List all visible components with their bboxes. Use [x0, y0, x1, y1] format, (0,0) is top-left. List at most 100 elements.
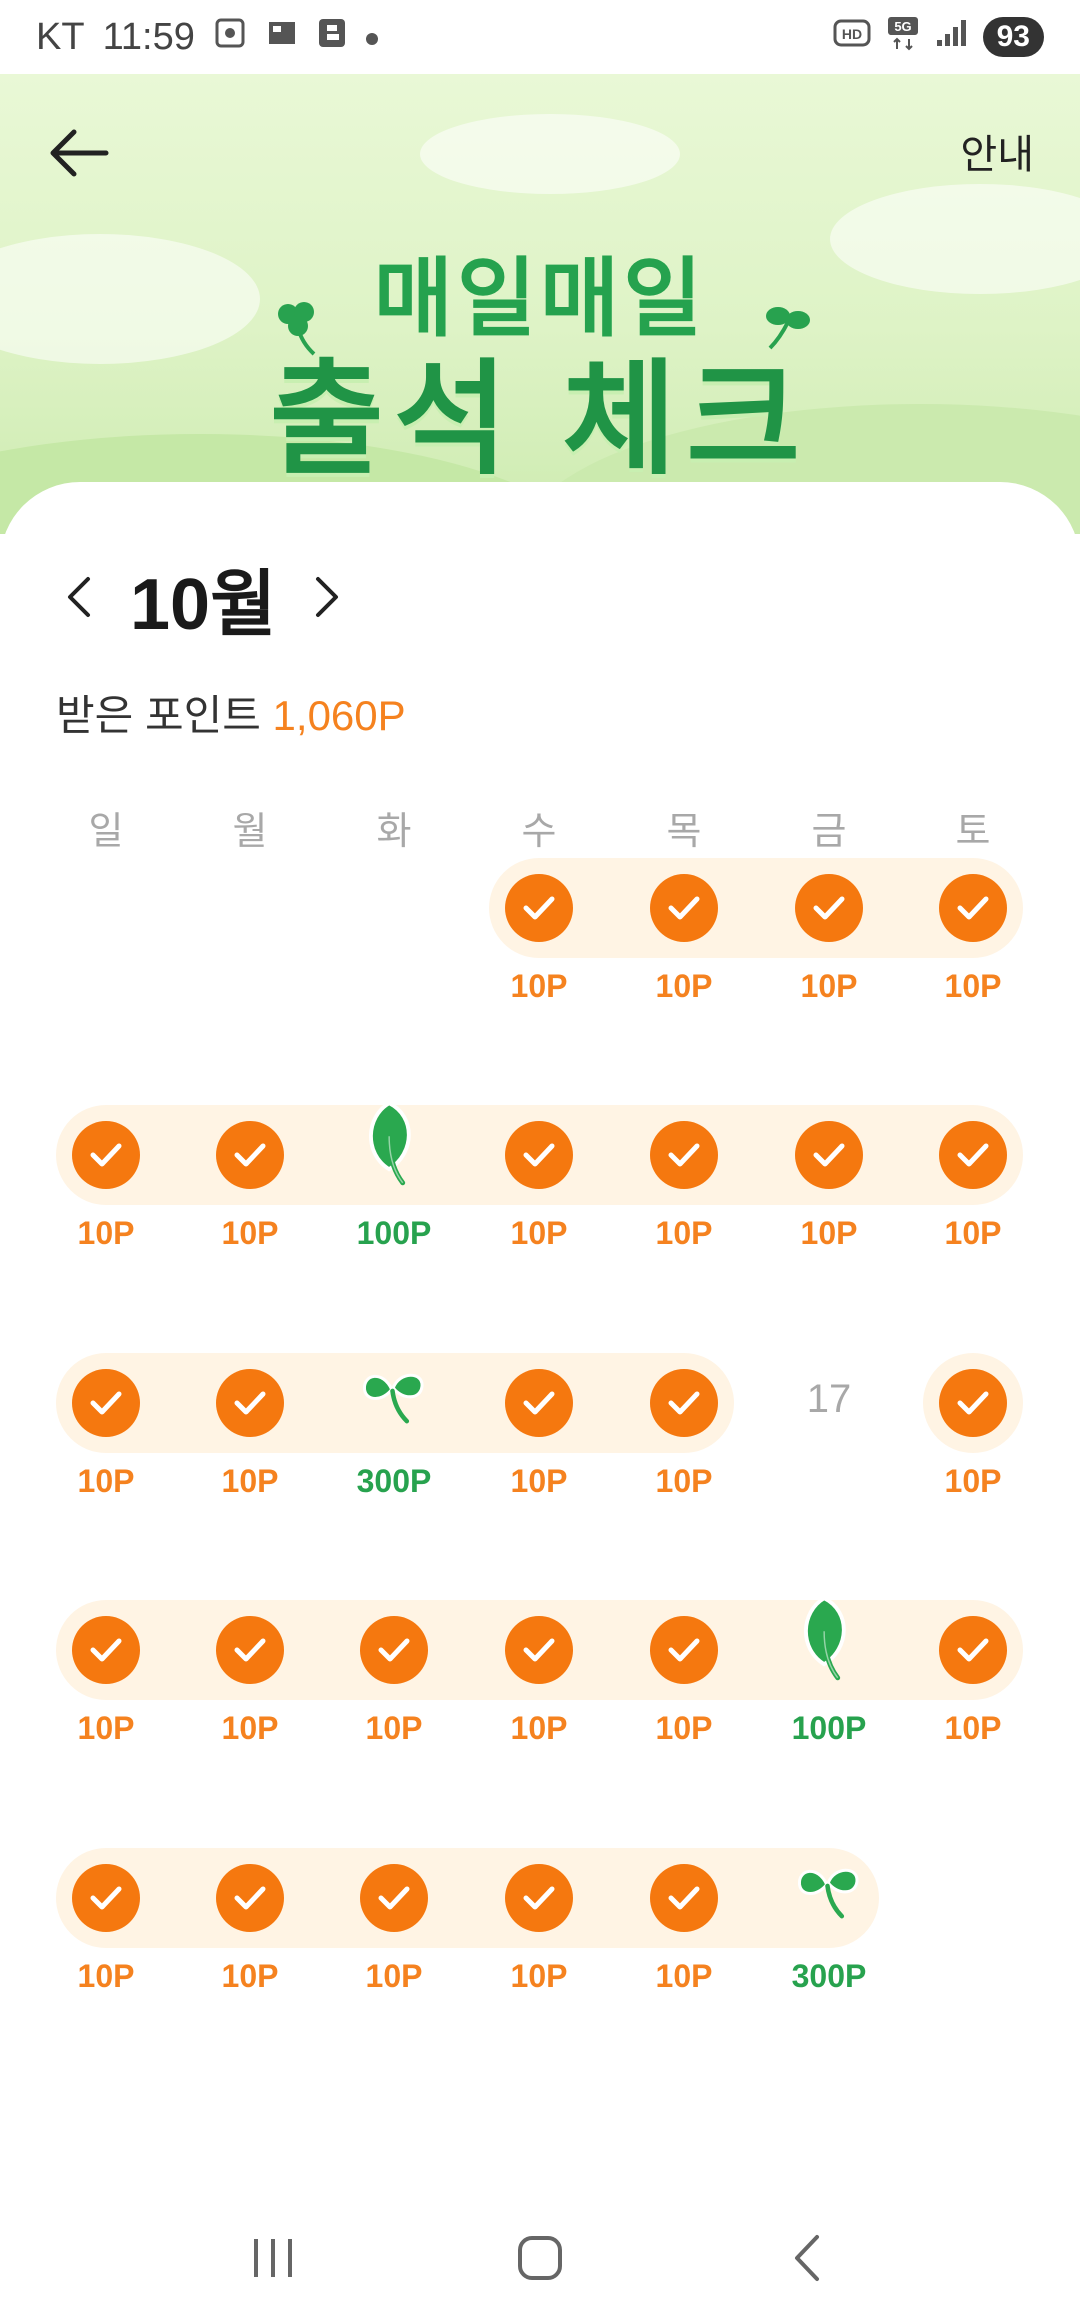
day-points: 10P — [944, 968, 1002, 1004]
calendar-day[interactable]: 10P — [469, 1864, 609, 2054]
attendance-badge — [216, 1369, 284, 1437]
attendance-badge — [360, 1864, 428, 1932]
calendar-day[interactable]: 10P — [903, 1369, 1043, 1559]
calendar-day[interactable]: 10P — [903, 1616, 1043, 1806]
calendar-day[interactable]: 10P — [36, 1616, 176, 1806]
day-points: 10P — [510, 1958, 568, 1994]
guide-button[interactable]: 안내 — [960, 122, 1034, 180]
check-circle — [650, 1369, 718, 1437]
sprout-icon — [798, 1868, 859, 1919]
day-points: 10P — [77, 1710, 135, 1746]
check-circle — [939, 1616, 1007, 1684]
attendance-badge — [939, 1616, 1007, 1684]
check-circle — [505, 874, 573, 942]
check-circle — [360, 1616, 428, 1684]
day-points: 10P — [655, 968, 713, 1004]
attendance-badge — [216, 1616, 284, 1684]
calendar-day[interactable]: 300P — [324, 1369, 464, 1559]
day-points: 10P — [510, 1215, 568, 1251]
check-icon — [957, 1391, 989, 1415]
check-circle — [939, 874, 1007, 942]
check-circle — [360, 1864, 428, 1932]
calendar-day[interactable]: 17 — [759, 1369, 899, 1559]
home-button[interactable] — [490, 2218, 590, 2298]
calendar-day[interactable]: 100P — [759, 1595, 899, 1806]
calendar-day[interactable]: 10P — [759, 874, 899, 1064]
weekday-label: 일 — [88, 811, 124, 853]
attendance-badge — [650, 1616, 718, 1684]
calendar-day[interactable]: 100P — [324, 1100, 464, 1311]
carrier-label: KT — [36, 15, 85, 58]
points-value: 1,060P — [272, 692, 406, 739]
attendance-badge — [505, 1616, 573, 1684]
calendar-day[interactable]: 10P — [36, 1864, 176, 2054]
check-icon — [234, 1143, 266, 1167]
calendar-day[interactable]: 10P — [469, 1616, 609, 1806]
day-points: 10P — [221, 1710, 279, 1746]
calendar-day[interactable]: 10P — [614, 1864, 754, 2054]
check-icon — [668, 1143, 700, 1167]
check-circle — [650, 1864, 718, 1932]
day-points: 10P — [510, 1463, 568, 1499]
calendar-day[interactable]: 10P — [614, 1369, 754, 1559]
calendar-day[interactable]: 10P — [903, 874, 1043, 1064]
calendar-day[interactable]: 10P — [469, 874, 609, 1064]
day-points: 10P — [365, 1710, 423, 1746]
check-icon — [668, 1638, 700, 1662]
check-circle — [939, 1121, 1007, 1189]
calendar-day[interactable]: 10P — [469, 1369, 609, 1559]
check-circle — [72, 1369, 140, 1437]
check-icon — [234, 1886, 266, 1910]
check-icon — [90, 1143, 122, 1167]
check-icon — [90, 1638, 122, 1662]
calendar-day[interactable]: 10P — [614, 1616, 754, 1806]
calendar-day[interactable]: 10P — [469, 1121, 609, 1311]
calendar-day[interactable]: 10P — [903, 1121, 1043, 1311]
calendar-day[interactable]: 10P — [180, 1616, 320, 1806]
battery-indicator: 93 — [982, 17, 1044, 57]
leaf-icon — [803, 1595, 846, 1681]
check-circle — [216, 1864, 284, 1932]
calendar-day[interactable]: 10P — [180, 1864, 320, 2054]
attendance-badge — [72, 1864, 140, 1932]
next-month-button[interactable] — [302, 567, 352, 627]
weekday-label: 토 — [955, 811, 991, 853]
calendar-day[interactable]: 10P — [614, 874, 754, 1064]
attendance-badge — [505, 1369, 573, 1437]
weekday-label: 수 — [521, 811, 557, 853]
day-points: 10P — [510, 1710, 568, 1746]
weekday-label: 화 — [376, 811, 412, 853]
check-circle — [216, 1369, 284, 1437]
chevron-left-icon — [68, 577, 90, 617]
system-back-button[interactable] — [757, 2218, 857, 2298]
system-nav-bar — [0, 2200, 1080, 2316]
attendance-badge — [795, 1595, 863, 1681]
attendance-badge — [650, 1864, 718, 1932]
weekday-label: 월 — [232, 811, 268, 853]
calendar-day[interactable]: 10P — [324, 1864, 464, 2054]
back-button[interactable] — [44, 118, 114, 188]
check-circle — [216, 1616, 284, 1684]
recent-apps-button[interactable] — [223, 2218, 323, 2298]
check-icon — [957, 1638, 989, 1662]
clock: 11:59 — [102, 15, 195, 58]
calendar-day[interactable]: 10P — [324, 1616, 464, 1806]
calendar-day[interactable]: 10P — [614, 1121, 754, 1311]
check-icon — [234, 1391, 266, 1415]
attendance-badge — [360, 1363, 428, 1431]
calendar-day[interactable]: 10P — [180, 1121, 320, 1311]
day-points: 10P — [221, 1463, 279, 1499]
day-points: 10P — [221, 1958, 279, 1994]
calendar-day[interactable]: 10P — [759, 1121, 899, 1311]
calendar-day[interactable]: 10P — [36, 1369, 176, 1559]
calendar-day[interactable]: 10P — [36, 1121, 176, 1311]
prev-month-button[interactable] — [54, 567, 104, 627]
calendar-day[interactable]: 10P — [180, 1369, 320, 1559]
check-circle — [505, 1616, 573, 1684]
day-points: 10P — [77, 1463, 135, 1499]
day-points: 10P — [944, 1215, 1002, 1251]
day-points: 100P — [356, 1215, 432, 1251]
news-icon — [265, 16, 299, 58]
points-label: 받은 포인트 — [56, 692, 261, 739]
calendar-day[interactable]: 300P — [759, 1864, 899, 2054]
